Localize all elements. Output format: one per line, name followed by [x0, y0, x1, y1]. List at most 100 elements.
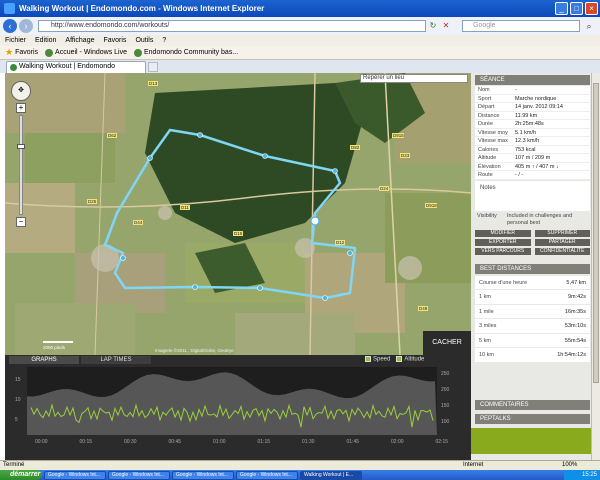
back-button[interactable]: ‹: [3, 19, 17, 33]
export-button[interactable]: EXPORTER: [475, 238, 531, 246]
refresh-icon[interactable]: ↻: [428, 20, 438, 31]
zoom-slider[interactable]: [17, 115, 25, 215]
favorites-button[interactable]: ★ Favoris: [5, 47, 38, 58]
best-distance-label: 1 mile: [479, 308, 494, 315]
menu-affichage[interactable]: Affichage: [65, 37, 94, 44]
x-tick-label: 01:00: [213, 439, 226, 445]
fav-endomondo[interactable]: Endomondo Community bas...: [134, 48, 238, 57]
session-key: Sport: [478, 95, 492, 102]
route-map[interactable]: D25 D62 D13 D44 D11 D15 D915 D23 D12 D24…: [5, 73, 471, 355]
maximize-button[interactable]: □: [570, 2, 583, 15]
taskbar-item[interactable]: Google - Windows Int...: [236, 470, 298, 480]
windows-live-icon: [45, 48, 54, 57]
menu-edition[interactable]: Edition: [35, 37, 56, 44]
taskbar-item[interactable]: Google - Windows Int...: [108, 470, 170, 480]
taskbar-item-active[interactable]: Walking Workout | E...: [300, 470, 362, 480]
session-row: Route - / -: [475, 171, 590, 180]
taskbar-item[interactable]: Google - Windows Int...: [172, 470, 234, 480]
notes-box[interactable]: Notes: [475, 180, 590, 211]
best-distance-value: 53m:10s: [564, 323, 586, 329]
session-key: Élévation: [478, 163, 501, 170]
delete-button[interactable]: SUPPRIMER: [534, 229, 590, 237]
search-icon[interactable]: ⌕: [583, 20, 595, 32]
session-row: Durée 2h:25m:48s: [475, 120, 590, 129]
session-value: 2h:25m:48s: [515, 121, 544, 127]
speed-tick-label: 15: [15, 377, 21, 383]
modify-button[interactable]: MODIFIER: [475, 229, 531, 237]
x-tick-label: 00:00: [35, 439, 48, 445]
endomondo-icon: [10, 64, 17, 71]
pan-control-icon[interactable]: ✥: [11, 81, 31, 101]
road-label: D82: [351, 145, 360, 150]
map-copyright: Imagerie ©2011 , DigitalGlobe, GeoEye: [155, 347, 234, 353]
speed-toggle[interactable]: Speed: [365, 356, 390, 363]
session-key: Distance: [478, 112, 500, 119]
best-distances-header: BEST DISTANCES: [475, 263, 590, 274]
x-tick-label: 01:45: [347, 439, 360, 445]
road-label: D44: [134, 220, 143, 225]
menu-help[interactable]: ?: [162, 37, 166, 44]
x-tick-label: 01:15: [258, 439, 271, 445]
session-actions: MODIFIER SUPPRIMER EXPORTER PARTAGER VER…: [475, 229, 590, 255]
forward-button[interactable]: ›: [19, 19, 33, 33]
best-distance-value: 5,47 km: [566, 279, 586, 286]
session-row: Élévation 405 m ↑ / 407 m ↓: [475, 163, 590, 171]
page-content: D25 D62 D13 D44 D11 D15 D915 D23 D12 D24…: [0, 73, 600, 460]
session-key: Durée: [478, 121, 493, 127]
zoom-out-button[interactable]: −: [16, 217, 26, 227]
hide-graph-button[interactable]: CACHER: [423, 331, 471, 355]
session-value: - / -: [515, 172, 524, 178]
to-route-button[interactable]: VERS PARCOURS: [475, 247, 531, 255]
session-value: 107 m / 209 m: [515, 155, 551, 161]
menu-favoris[interactable]: Favoris: [103, 37, 126, 44]
altitude-tick-label: 100: [441, 419, 450, 425]
best-distance-value: 16m:35s: [564, 308, 586, 315]
comments-header[interactable]: COMMENTAIRES: [475, 400, 590, 410]
start-button[interactable]: démarrer: [0, 470, 42, 480]
road-label: D23: [401, 153, 410, 158]
close-button[interactable]: ×: [585, 2, 598, 15]
fav-accueil[interactable]: Accueil - Windows Live: [45, 48, 127, 57]
checkbox-icon: [396, 356, 403, 362]
road-label: D11: [181, 205, 189, 210]
altitude-tick-label: 150: [441, 403, 450, 409]
road-label: D24: [380, 186, 389, 191]
title-bar: Walking Workout | Endomondo.com - Window…: [0, 0, 600, 17]
session-key: Départ: [478, 104, 495, 110]
new-tab-button[interactable]: [148, 62, 158, 72]
zoom-level[interactable]: 100%: [562, 461, 577, 470]
menu-outils[interactable]: Outils: [135, 37, 153, 44]
tab-lap-times[interactable]: LAP TIMES: [81, 356, 151, 364]
best-distance-label: 5 km: [479, 337, 491, 344]
search-field[interactable]: Google: [462, 20, 580, 32]
x-tick-label: 00:15: [80, 439, 93, 445]
taskbar-item[interactable]: Google - Windows Int...: [44, 470, 106, 480]
status-text: Terminé: [3, 462, 25, 468]
session-row: Calories 753 kcal: [475, 146, 590, 154]
road-label: D13: [149, 81, 158, 86]
session-value: 753 kcal: [515, 146, 536, 153]
window-controls: _ □ ×: [555, 2, 598, 15]
stop-icon[interactable]: ✕: [441, 20, 451, 31]
session-table: Nom - Sport Marche nordique Départ 14 janv. 2…: [475, 86, 590, 180]
privacy-button[interactable]: CONFIDENTIALITÉ: [534, 247, 590, 255]
tab-graphs[interactable]: GRAPHS: [9, 356, 79, 364]
best-distance-label: Course d'une heure: [479, 279, 528, 286]
scrollbar-thumb[interactable]: [593, 83, 599, 383]
session-value: 405 m ↑ / 407 m ↓: [515, 163, 559, 170]
url-field[interactable]: http://www.endomondo.com/workouts/: [38, 20, 426, 32]
zoom-in-button[interactable]: +: [16, 103, 26, 113]
session-key: Vitesse max: [478, 138, 508, 144]
peptalks-header[interactable]: PEPTALKS: [475, 414, 590, 424]
menu-fichier[interactable]: Fichier: [5, 37, 26, 44]
share-button[interactable]: PARTAGER: [534, 238, 590, 246]
tab-walking-workout[interactable]: Walking Workout | Endomondo: [6, 61, 146, 73]
minimize-button[interactable]: _: [555, 2, 568, 15]
tab-bar: Walking Workout | Endomondo: [0, 60, 600, 73]
altitude-toggle[interactable]: Altitude: [396, 356, 424, 363]
session-row: Altitude 107 m / 209 m: [475, 154, 590, 163]
zoom-slider-thumb[interactable]: [17, 144, 25, 149]
vertical-scrollbar[interactable]: [591, 73, 600, 460]
place-search-input[interactable]: Repérer un lieu: [360, 74, 468, 83]
session-value: 5.1 km/h: [515, 129, 537, 136]
